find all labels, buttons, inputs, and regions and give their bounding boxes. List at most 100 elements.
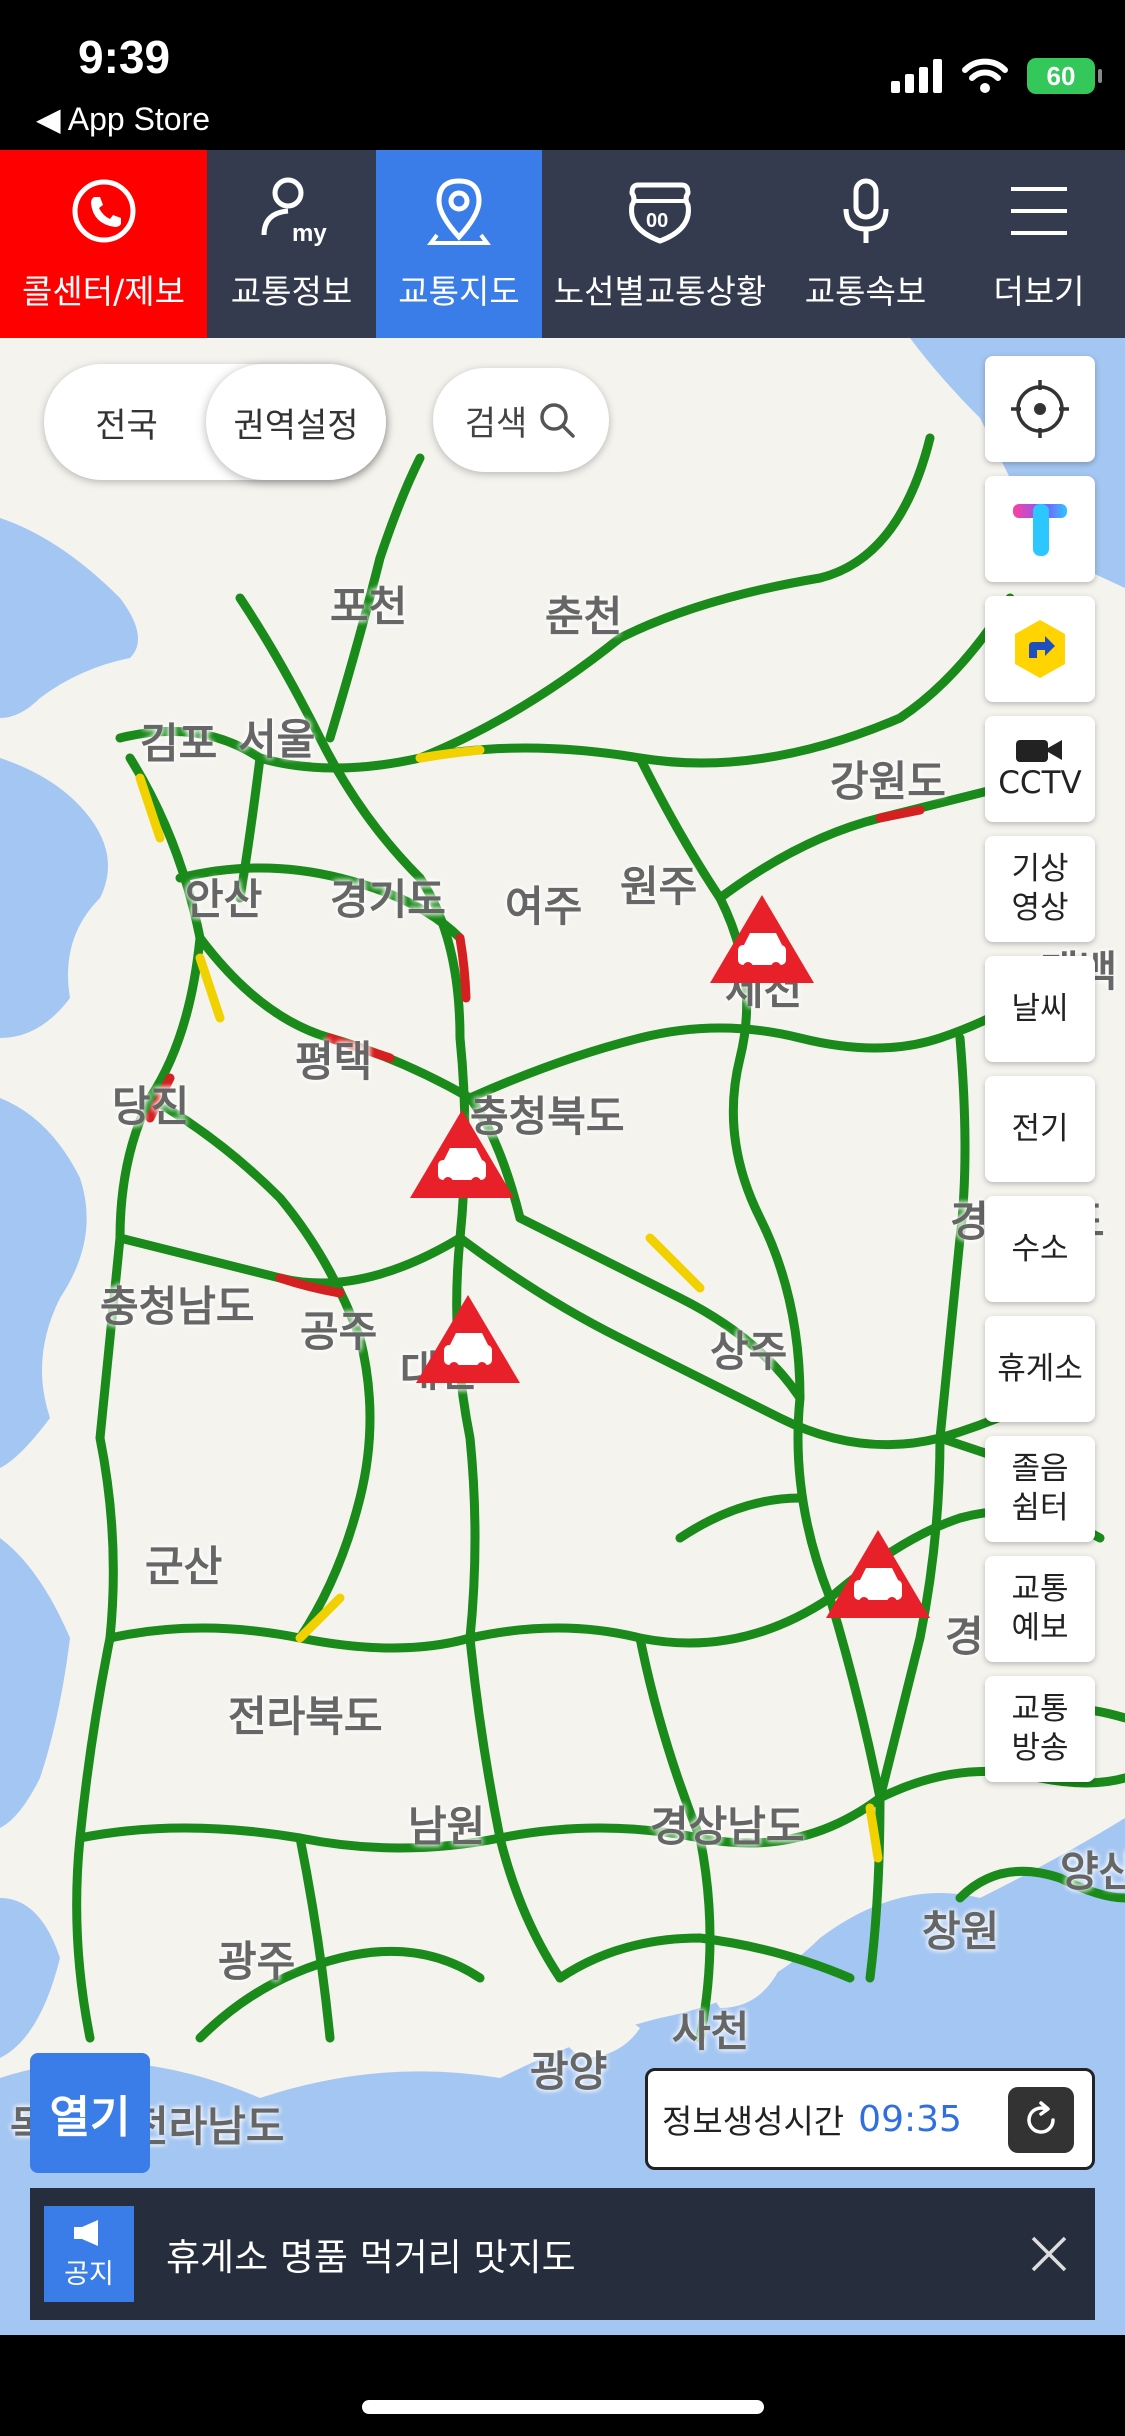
label-pyeongtaek: 평택	[295, 1037, 373, 1086]
drowsy-shelter-label-2: 쉼터	[1011, 1490, 1069, 1526]
label-changwon: 창원	[922, 1907, 1000, 1956]
tab-route-traffic-label: 노선별교통상황	[553, 272, 767, 311]
accident-icon[interactable]	[414, 1293, 522, 1385]
map-search-label: 검색	[464, 403, 528, 444]
close-icon[interactable]	[1023, 2228, 1075, 2280]
tab-traffic-map[interactable]: 교통지도	[376, 150, 542, 338]
home-indicator[interactable]	[362, 2400, 764, 2414]
label-namwon: 남원	[408, 1802, 486, 1851]
notice-badge-label: 공지	[64, 2258, 114, 2290]
status-icons: 60	[891, 58, 1102, 94]
gps-locate-icon	[1011, 380, 1069, 438]
hamburger-menu-icon	[1011, 187, 1067, 235]
refresh-button[interactable]	[1008, 2087, 1074, 2153]
label-jeonbuk: 전라북도	[228, 1692, 383, 1741]
traffic-broadcast-button[interactable]: 교통 방송	[985, 1676, 1095, 1782]
traffic-forecast-button[interactable]: 교통 예보	[985, 1556, 1095, 1662]
region-segmented-control: 전국 권역설정	[44, 364, 386, 480]
tmap-button[interactable]	[985, 476, 1095, 582]
status-bar: 9:39 ◀ App Store 60	[0, 0, 1125, 150]
label-gangwon: 강원도	[830, 757, 946, 806]
cellular-signal-icon	[891, 59, 942, 93]
label-gongju: 공주	[300, 1307, 378, 1356]
tab-traffic-info-label: 교통정보	[230, 272, 353, 311]
battery-icon: 60	[1027, 58, 1102, 94]
label-sangju: 상주	[710, 1327, 788, 1376]
tab-more-label: 더보기	[993, 272, 1085, 311]
tab-traffic-news-label: 교통속보	[804, 272, 927, 311]
phone-icon	[72, 179, 135, 243]
weather-button[interactable]: 날씨	[985, 956, 1095, 1062]
ev-charging-label: 전기	[1011, 1110, 1069, 1147]
nationwide-button[interactable]: 전국	[44, 364, 209, 480]
map-search-button[interactable]: 검색	[433, 368, 609, 472]
label-chungnam: 충청남도	[100, 1282, 255, 1331]
svg-text:my: my	[292, 220, 327, 247]
label-yangsan: 양산	[1060, 1847, 1125, 1896]
tab-more[interactable]: 더보기	[953, 150, 1125, 338]
accident-icon[interactable]	[708, 893, 816, 985]
highway-sign-icon: 00	[629, 182, 691, 244]
label-gyeongnam: 경상남도	[650, 1802, 805, 1851]
label-dangjin: 당진	[112, 1082, 190, 1131]
status-time: 9:39	[78, 31, 171, 83]
traffic-broadcast-label-2: 방송	[1011, 1730, 1069, 1766]
label-ansan: 안산	[185, 875, 263, 924]
tab-route-traffic[interactable]: 00 노선별교통상황	[542, 150, 778, 338]
drowsy-shelter-label-1: 졸음	[1011, 1451, 1069, 1488]
label-wonju: 원주	[620, 862, 698, 911]
label-gwangyang: 광양	[530, 2047, 608, 2096]
label-gwangju: 광주	[218, 1937, 296, 1986]
info-generated-label: 정보생성시간	[662, 2102, 845, 2141]
notice-badge: 공지	[44, 2206, 134, 2302]
top-navigation: 콜센터/제보 my 교통정보 교통지도 00 노선별교통상황 교통속보 더보기	[0, 150, 1125, 338]
map-pin-icon	[427, 178, 491, 245]
traffic-map[interactable]: 포천 춘천 김포 서울 강원도 안산 경기도 여주 원주 제천 태백 평택 당진…	[0, 338, 1125, 2335]
weather-label: 날씨	[1011, 990, 1069, 1027]
cctv-button[interactable]: CCTV	[985, 716, 1095, 822]
tab-traffic-info[interactable]: my 교통정보	[207, 150, 376, 338]
rest-area-label: 휴게소	[997, 1350, 1083, 1387]
accident-icon[interactable]	[408, 1108, 516, 1200]
tab-call-center[interactable]: 콜센터/제보	[0, 150, 207, 338]
svg-text:00: 00	[646, 210, 668, 232]
rest-area-button[interactable]: 휴게소	[985, 1316, 1095, 1422]
label-chuncheon: 춘천	[545, 592, 623, 641]
region-setting-button[interactable]: 권역설정	[206, 364, 386, 480]
label-gunsan: 군산	[145, 1542, 223, 1591]
tmap-logo-icon	[1013, 504, 1067, 556]
accident-icon[interactable]	[824, 1528, 932, 1620]
weather-video-label-1: 기상	[1011, 851, 1069, 888]
ev-charging-button[interactable]: 전기	[985, 1076, 1095, 1182]
drowsy-shelter-button[interactable]: 졸음 쉼터	[985, 1436, 1095, 1542]
label-gimpo: 김포	[140, 719, 218, 768]
open-legend-button[interactable]: 열기	[30, 2053, 150, 2173]
tab-traffic-map-label: 교통지도	[398, 272, 520, 311]
home-area	[0, 2335, 1125, 2436]
my-user-icon: my	[261, 177, 327, 247]
back-to-app-store[interactable]: ◀ App Store	[36, 100, 210, 138]
label-yeoju: 여주	[505, 882, 583, 931]
label-pocheon: 포천	[330, 582, 408, 631]
label-sacheon: 사천	[672, 2007, 750, 2056]
tab-traffic-news[interactable]: 교통속보	[778, 150, 953, 338]
kakao-navi-button[interactable]	[985, 596, 1095, 702]
cctv-label: CCTV	[998, 764, 1082, 801]
wifi-icon	[962, 58, 1008, 93]
traffic-forecast-label-1: 교통	[1011, 1571, 1069, 1608]
weather-video-button[interactable]: 기상 영상	[985, 836, 1095, 942]
notice-bar[interactable]: 공지 휴게소 명품 먹거리 맛지도	[30, 2188, 1095, 2320]
kakao-navi-icon	[1015, 620, 1065, 678]
notice-text: 휴게소 명품 먹거리 맛지도	[166, 2236, 576, 2279]
microphone-icon	[843, 178, 888, 243]
gps-locate-button[interactable]	[985, 356, 1095, 462]
search-icon	[540, 403, 576, 438]
refresh-icon	[1027, 2101, 1055, 2134]
hydrogen-button[interactable]: 수소	[985, 1196, 1095, 1302]
label-seoul: 서울	[238, 715, 316, 764]
info-generated-time: 정보생성시간 09:35	[645, 2068, 1095, 2170]
info-generated-time-value: 09:35	[858, 2098, 962, 2140]
traffic-broadcast-label-1: 교통	[1011, 1691, 1069, 1728]
weather-video-label-2: 영상	[1011, 890, 1069, 926]
video-camera-icon	[1016, 739, 1062, 762]
